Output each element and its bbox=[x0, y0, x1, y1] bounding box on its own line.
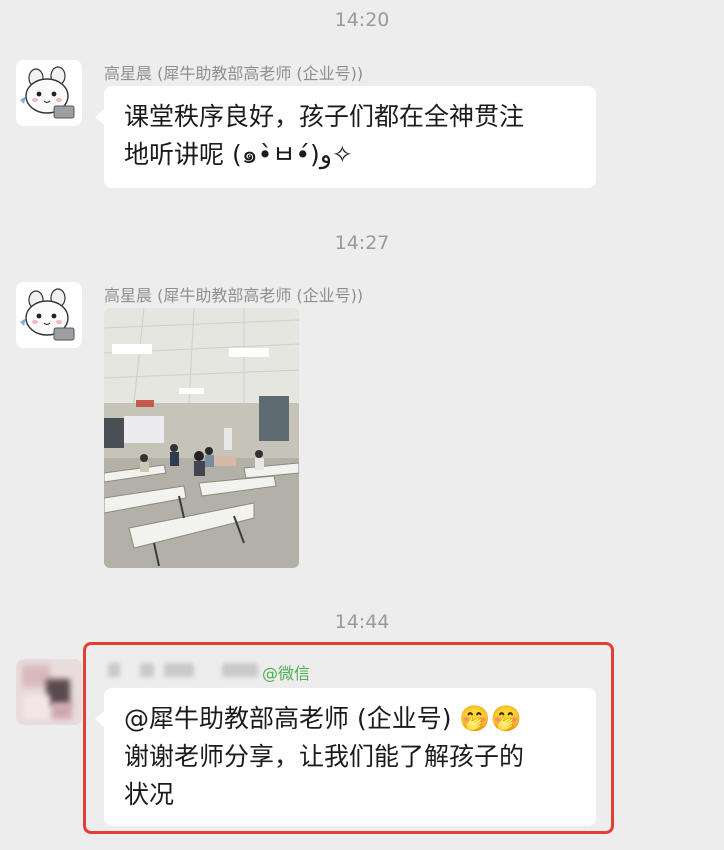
highlight-box bbox=[83, 642, 614, 834]
classroom-photo[interactable] bbox=[104, 308, 299, 568]
classroom-photo-image bbox=[104, 308, 299, 568]
timestamp: 14:27 bbox=[334, 232, 390, 254]
rabbit-mascot-icon bbox=[16, 60, 82, 126]
sender-name: 高星晨 (犀牛助教部高老师 (企业号)) bbox=[104, 64, 364, 83]
timestamp: 14:20 bbox=[334, 9, 390, 31]
message-line: 地听讲呢 (๑•̀ㅂ•́)و✧ bbox=[124, 140, 353, 169]
timestamp: 14:44 bbox=[334, 611, 390, 633]
message-line: 课堂秩序良好，孩子们都在全神贯注 bbox=[124, 102, 525, 131]
teacher-avatar[interactable] bbox=[16, 60, 82, 126]
rabbit-mascot-icon bbox=[16, 282, 82, 348]
teacher-avatar[interactable] bbox=[16, 282, 82, 348]
sender-name: 高星晨 (犀牛助教部高老师 (企业号)) bbox=[104, 286, 364, 305]
message-bubble[interactable]: 课堂秩序良好，孩子们都在全神贯注 地听讲呢 (๑•̀ㅂ•́)و✧ bbox=[95, 86, 596, 188]
parent-avatar[interactable] bbox=[16, 659, 82, 725]
